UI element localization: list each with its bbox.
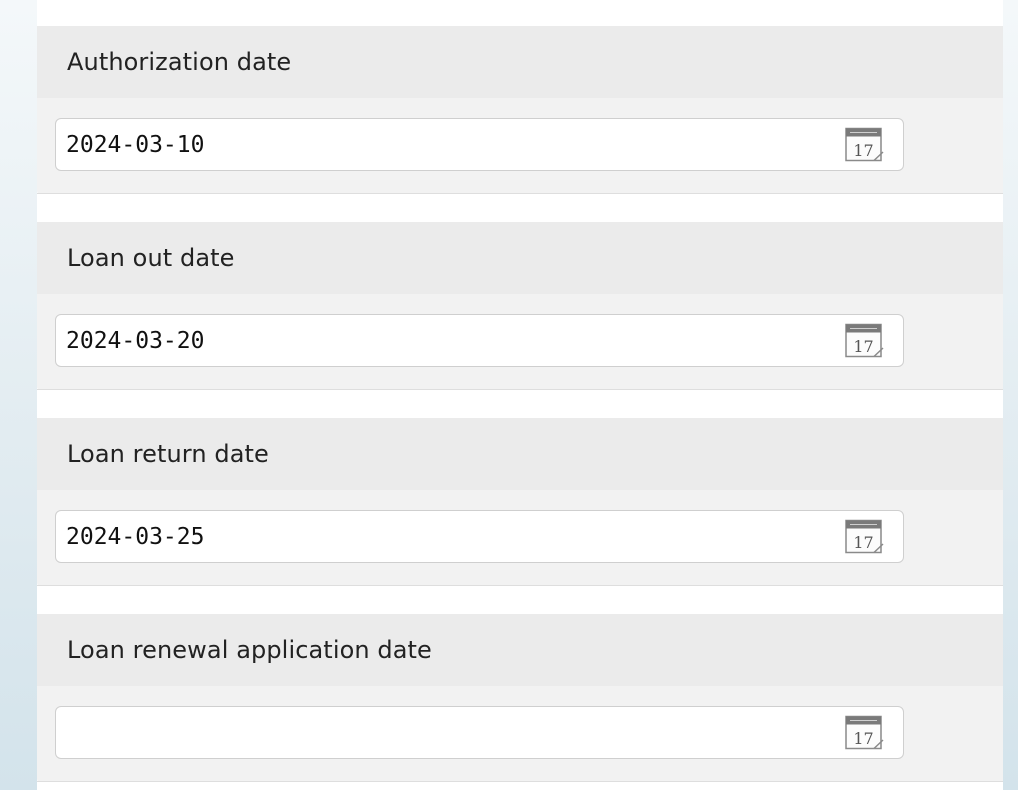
calendar-icon-day: 17	[853, 141, 873, 160]
loan-out-date-value[interactable]: 2024-03-20	[56, 328, 903, 354]
authorization-date-group: Authorization date 2024-03-10 17	[37, 26, 1003, 194]
loan-return-date-field[interactable]: 2024-03-25 17	[55, 510, 904, 563]
loan-return-date-body: 2024-03-25 17	[37, 490, 1003, 586]
loan-renewal-application-date-field[interactable]: 17	[55, 706, 904, 759]
loan-out-date-label: Loan out date	[37, 222, 1003, 294]
calendar-icon-day: 17	[853, 337, 873, 356]
calendar-icon[interactable]: 17	[844, 323, 887, 359]
calendar-icon-day: 17	[853, 533, 873, 552]
loan-renewal-application-date-label: Loan renewal application date	[37, 614, 1003, 686]
authorization-date-label: Authorization date	[37, 26, 1003, 98]
authorization-date-value[interactable]: 2024-03-10	[56, 132, 903, 158]
authorization-date-field[interactable]: 2024-03-10 17	[55, 118, 904, 171]
loan-out-date-body: 2024-03-20 17	[37, 294, 1003, 390]
calendar-icon-day: 17	[853, 729, 873, 748]
calendar-icon[interactable]: 17	[844, 127, 887, 163]
loan-return-date-value[interactable]: 2024-03-25	[56, 524, 903, 550]
date-fields-panel: Authorization date 2024-03-10 17 Loan ou…	[37, 0, 1003, 790]
calendar-icon[interactable]: 17	[844, 715, 887, 751]
authorization-date-body: 2024-03-10 17	[37, 98, 1003, 194]
loan-out-date-field[interactable]: 2024-03-20 17	[55, 314, 904, 367]
loan-renewal-application-date-body: 17	[37, 686, 1003, 782]
loan-renewal-application-date-group: Loan renewal application date 17	[37, 614, 1003, 782]
calendar-icon[interactable]: 17	[844, 519, 887, 555]
loan-out-date-group: Loan out date 2024-03-20 17	[37, 222, 1003, 390]
loan-return-date-group: Loan return date 2024-03-25 17	[37, 418, 1003, 586]
loan-return-date-label: Loan return date	[37, 418, 1003, 490]
